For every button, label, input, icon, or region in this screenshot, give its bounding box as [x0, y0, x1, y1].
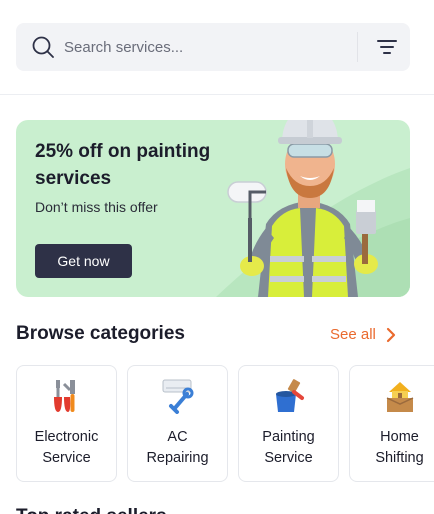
banner-title: 25% off on painting services	[35, 141, 211, 189]
category-label: Painting Service	[262, 429, 315, 466]
search-input[interactable]	[64, 23, 354, 71]
get-now-button[interactable]: Get now	[35, 244, 132, 278]
chevron-right-icon	[386, 327, 395, 342]
see-all-link[interactable]: See all	[330, 326, 396, 343]
category-label: Electronic Service	[34, 429, 99, 466]
browse-categories-heading: Browse categories	[16, 323, 185, 344]
category-label: AC Repairing	[146, 429, 209, 466]
category-label: Home Shifting	[375, 429, 424, 466]
search-bar[interactable]	[16, 23, 410, 71]
category-card-home-shifting[interactable]: Home Shifting	[349, 365, 434, 482]
category-card-painting-service[interactable]: Painting Service	[238, 365, 339, 482]
banner-subtitle: Don’t miss this offer	[35, 199, 158, 215]
category-card-ac-repairing[interactable]: AC Repairing	[127, 365, 228, 482]
see-all-label: See all	[330, 326, 376, 343]
category-card-electronic-service[interactable]: Electronic Service	[16, 365, 117, 482]
search-divider	[357, 32, 358, 62]
filter-icon[interactable]	[372, 35, 402, 59]
moving-box-house-icon	[386, 382, 414, 412]
divider	[0, 94, 434, 95]
electronic-tools-icon	[54, 380, 75, 412]
promo-banner[interactable]: 25% off on painting services Don’t miss …	[16, 120, 410, 297]
ac-repair-icon	[162, 379, 194, 414]
painter-worker-illustration	[227, 120, 378, 297]
search-icon	[32, 36, 54, 58]
category-list: Electronic Service AC Repairing Painting…	[16, 365, 434, 484]
paint-bucket-icon	[276, 379, 304, 412]
top-rated-sellers-heading: Top rated sellers	[16, 506, 167, 514]
